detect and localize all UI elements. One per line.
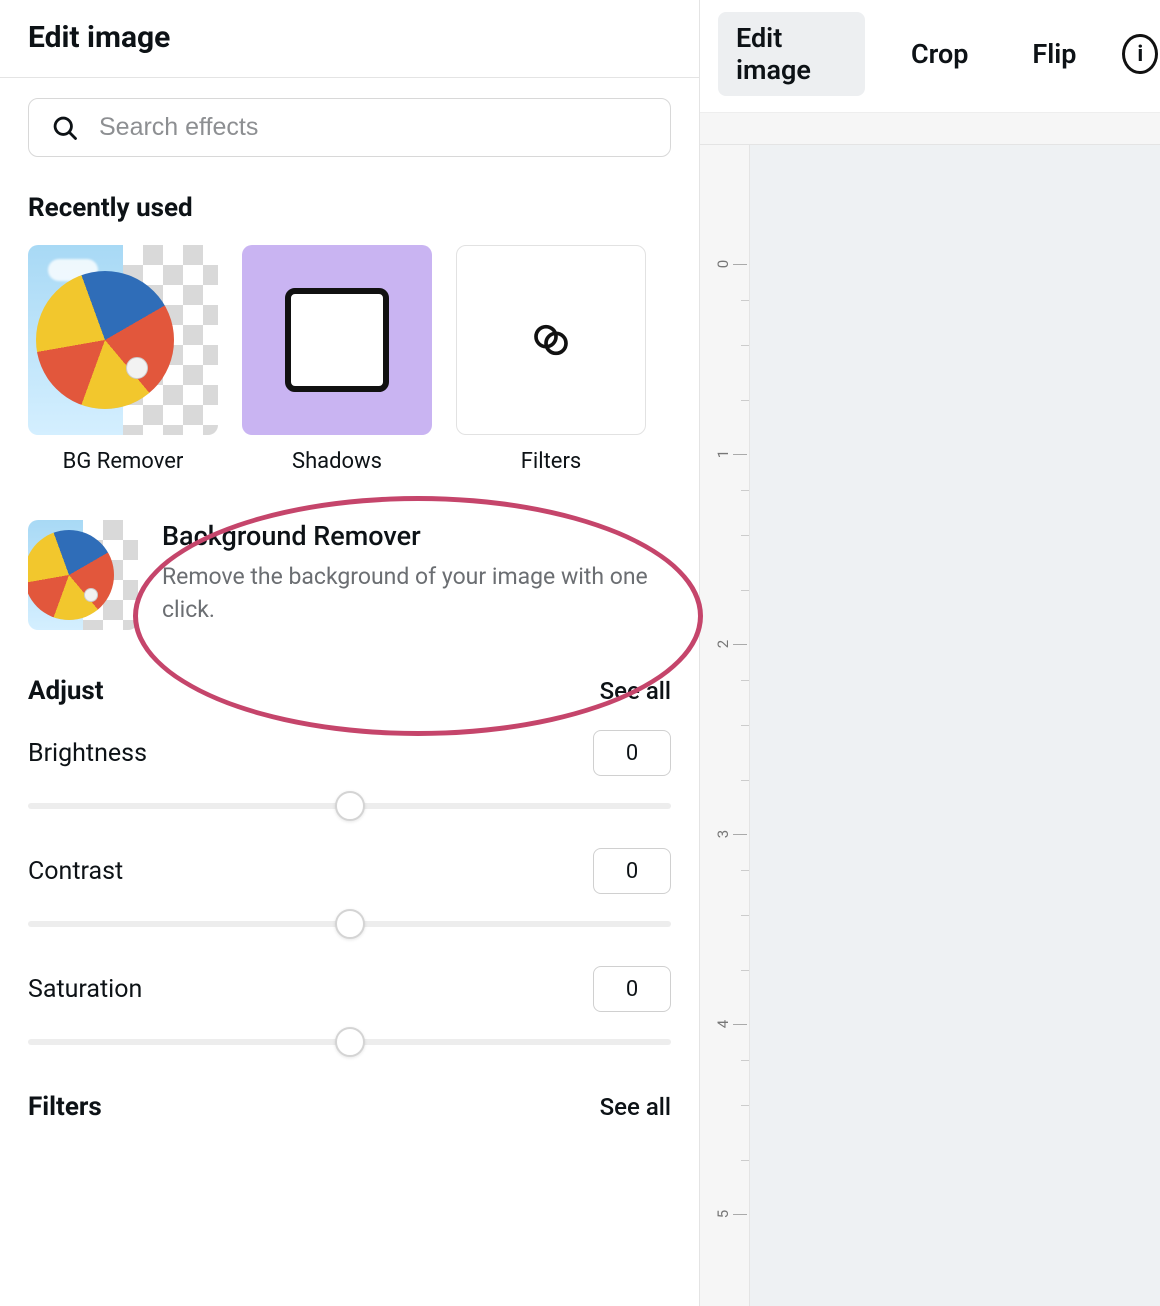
canvas[interactable] <box>750 145 1160 1306</box>
ruler-tick: 5 <box>714 1210 732 1218</box>
ruler-tick: 0 <box>714 260 732 268</box>
search-field[interactable] <box>28 98 671 157</box>
recent-card-shadows[interactable]: Shadows <box>242 245 432 474</box>
tab-crop[interactable]: Crop <box>893 28 986 80</box>
adjust-title: Adjust <box>28 676 104 706</box>
panel-title: Edit image <box>28 20 671 55</box>
adjust-see-all[interactable]: See all <box>600 677 671 705</box>
ruler-tick: 3 <box>714 830 732 838</box>
recent-card-bg-remover[interactable]: BG Remover <box>28 245 218 474</box>
adjust-value-input[interactable]: 0 <box>593 966 671 1012</box>
adjust-brightness: Brightness 0 <box>28 730 671 816</box>
search-icon <box>51 114 79 142</box>
background-remover-row[interactable]: Background Remover Remove the background… <box>28 520 671 630</box>
recent-card-filters[interactable]: Filters <box>456 245 646 474</box>
recently-used-row: BG Remover Shadows Filters <box>28 245 671 474</box>
tab-flip[interactable]: Flip <box>1014 28 1094 80</box>
edit-image-panel: Edit image Recently used BG Remover Shad… <box>0 0 700 1306</box>
adjust-label: Saturation <box>28 975 142 1004</box>
info-icon[interactable]: i <box>1122 34 1158 74</box>
horizontal-ruler <box>700 113 1160 145</box>
bg-remover-title: Background Remover <box>162 520 671 552</box>
ruler-tick: 1 <box>714 450 732 458</box>
adjust-value-input[interactable]: 0 <box>593 730 671 776</box>
panel-header: Edit image <box>0 0 699 78</box>
recent-label: Shadows <box>292 449 382 474</box>
contrast-slider[interactable] <box>28 914 671 934</box>
bg-remover-icon <box>28 520 138 630</box>
adjust-saturation: Saturation 0 <box>28 966 671 1052</box>
bg-remover-icon <box>28 245 218 435</box>
search-input[interactable] <box>99 113 648 142</box>
ruler-tick: 2 <box>714 640 732 648</box>
adjust-value-input[interactable]: 0 <box>593 848 671 894</box>
adjust-label: Contrast <box>28 857 123 886</box>
bg-remover-desc: Remove the background of your image with… <box>162 560 671 627</box>
vertical-ruler: 0 1 2 3 4 5 <box>700 145 750 1306</box>
recent-label: Filters <box>521 449 582 474</box>
toolbar-tabs: Edit image Crop Flip i <box>700 0 1160 113</box>
filters-see-all[interactable]: See all <box>600 1093 671 1121</box>
brightness-slider[interactable] <box>28 796 671 816</box>
recent-label: BG Remover <box>63 449 184 474</box>
adjust-label: Brightness <box>28 739 147 768</box>
saturation-slider[interactable] <box>28 1032 671 1052</box>
filters-icon <box>456 245 646 435</box>
ruler-tick: 4 <box>714 1020 732 1028</box>
canvas-area: Edit image Crop Flip i 0 1 2 3 4 5 <box>700 0 1160 1306</box>
shadows-icon <box>242 245 432 435</box>
filters-title: Filters <box>28 1092 102 1122</box>
adjust-contrast: Contrast 0 <box>28 848 671 934</box>
recently-used-title: Recently used <box>28 193 671 223</box>
tab-edit-image[interactable]: Edit image <box>718 12 865 96</box>
